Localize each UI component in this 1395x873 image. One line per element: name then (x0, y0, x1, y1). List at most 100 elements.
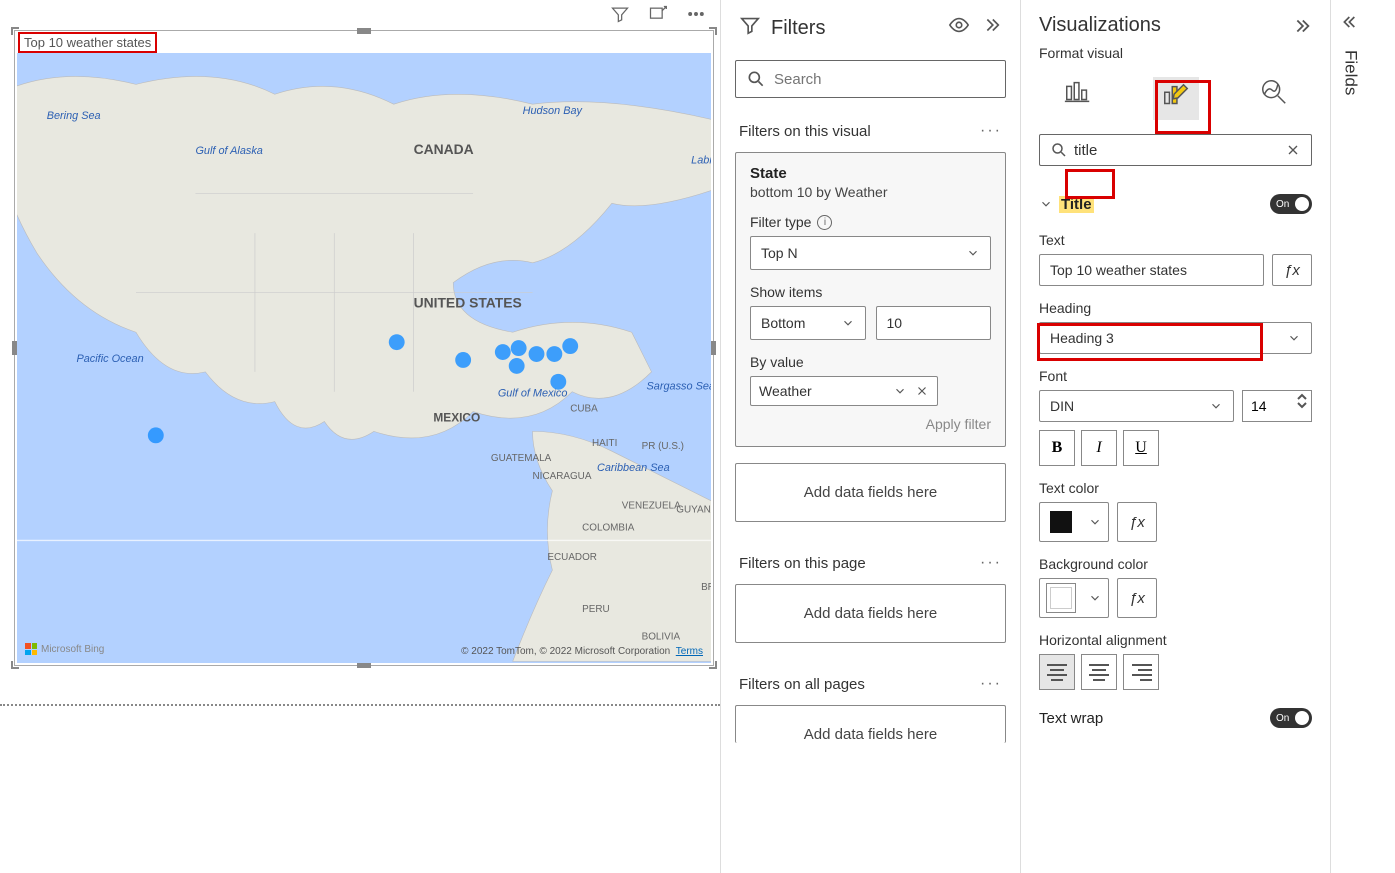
section-more-icon[interactable]: ··· (980, 122, 1002, 140)
svg-text:CANADA: CANADA (414, 141, 474, 157)
svg-text:Sargasso Sea: Sargasso Sea (647, 381, 711, 393)
title-toggle[interactable]: On (1270, 194, 1312, 214)
text-color-fx-button[interactable]: ƒx (1117, 502, 1157, 542)
align-right-button[interactable] (1123, 654, 1159, 690)
format-search[interactable] (1039, 134, 1312, 166)
bg-color-fx-button[interactable]: ƒx (1117, 578, 1157, 618)
chevron-down-icon (841, 316, 855, 330)
step-up-icon[interactable] (1297, 393, 1307, 401)
map-terms-link[interactable]: Terms (676, 646, 703, 657)
add-report-fields-placeholder[interactable]: Add data fields here (735, 705, 1006, 743)
section-more-icon[interactable]: ··· (980, 554, 1002, 572)
show-items-direction-select[interactable]: Bottom (750, 306, 866, 340)
clear-search-icon[interactable] (1285, 142, 1301, 158)
svg-text:CUBA: CUBA (570, 404, 598, 415)
visual-title: Top 10 weather states (18, 32, 157, 53)
filters-pane: Filters Filters on this visual ··· State… (720, 0, 1020, 873)
viz-header: Visualizations (1021, 0, 1330, 45)
add-visual-fields-placeholder[interactable]: Add data fields here (735, 463, 1006, 522)
expand-pane-icon[interactable] (1341, 12, 1361, 32)
search-icon (1050, 141, 1068, 159)
svg-text:UNITED STATES: UNITED STATES (414, 294, 522, 310)
filters-on-visual-header: Filters on this visual ··· (721, 114, 1020, 152)
section-more-icon[interactable]: ··· (980, 675, 1002, 693)
format-search-input[interactable] (1074, 142, 1279, 159)
collapse-pane-icon[interactable] (980, 14, 1002, 42)
more-options-icon[interactable] (686, 4, 706, 29)
bg-color-picker[interactable] (1039, 578, 1109, 618)
svg-text:PERU: PERU (582, 604, 610, 615)
show-items-label: Show items (750, 284, 991, 300)
text-color-picker[interactable] (1039, 502, 1109, 542)
svg-text:Bering Sea: Bering Sea (47, 110, 101, 122)
by-value-field-well[interactable]: Weather (750, 376, 938, 406)
map-visual[interactable]: CANADA UNITED STATES MEXICO CUBA HAITI P… (14, 30, 714, 666)
add-page-fields-placeholder[interactable]: Add data fields here (735, 584, 1006, 643)
focus-mode-icon[interactable] (648, 4, 668, 29)
info-icon[interactable]: i (817, 215, 832, 230)
fields-pane-collapsed[interactable]: Fields (1330, 0, 1370, 873)
filter-icon[interactable] (610, 4, 630, 29)
svg-text:NICARAGUA: NICARAGUA (533, 471, 592, 482)
font-family-select[interactable]: DIN (1039, 390, 1234, 422)
bold-button[interactable]: B (1039, 430, 1075, 466)
page-section-divider (0, 704, 720, 706)
show-items-count-input[interactable] (876, 306, 992, 340)
text-wrap-toggle[interactable]: On (1270, 708, 1312, 728)
filter-type-label: Filter type i (750, 214, 991, 230)
italic-button[interactable]: I (1081, 430, 1117, 466)
chevron-down-icon (1209, 399, 1223, 413)
filters-on-all-pages-header: Filters on all pages ··· (721, 667, 1020, 705)
viz-tab-bar (1021, 71, 1330, 134)
build-visual-tab[interactable] (1063, 77, 1093, 120)
search-icon (746, 69, 766, 89)
svg-text:VENEZUELA: VENEZUELA (622, 501, 681, 512)
text-color-label: Text color (1039, 480, 1312, 496)
title-text-fx-button[interactable]: ƒx (1272, 254, 1312, 286)
heading-select[interactable]: Heading 3 (1039, 322, 1312, 354)
title-accordion[interactable]: Title On (1039, 186, 1312, 232)
chevron-down-icon (1039, 197, 1053, 211)
svg-text:BOLIVIA: BOLIVIA (642, 632, 681, 643)
filters-search-input[interactable] (774, 71, 995, 88)
title-text-input[interactable] (1039, 254, 1264, 286)
bg-color-label: Background color (1039, 556, 1312, 572)
map-attribution-left: Microsoft Bing (25, 643, 104, 655)
filter-type-select[interactable]: Top N (750, 236, 991, 270)
filter-field-name: State (750, 165, 991, 182)
step-down-icon[interactable] (1297, 401, 1307, 409)
apply-filter-button[interactable]: Apply filter (750, 416, 991, 432)
svg-text:GUYANA: GUYANA (676, 505, 711, 516)
chevron-down-icon (1088, 591, 1102, 605)
chevron-down-icon (1088, 515, 1102, 529)
svg-text:PR (U.S.): PR (U.S.) (642, 441, 684, 452)
visual-header-actions (610, 4, 706, 29)
font-label: Font (1039, 368, 1312, 384)
align-left-button[interactable] (1039, 654, 1075, 690)
filters-search[interactable] (735, 60, 1006, 98)
filters-title: Filters (771, 17, 825, 40)
eye-icon[interactable] (948, 14, 970, 42)
format-visual-tab[interactable] (1153, 77, 1199, 120)
map-surface[interactable]: CANADA UNITED STATES MEXICO CUBA HAITI P… (17, 53, 711, 663)
remove-field-icon[interactable] (915, 384, 929, 398)
halign-label: Horizontal alignment (1039, 632, 1312, 648)
analytics-tab[interactable] (1259, 77, 1289, 120)
fields-label: Fields (1341, 50, 1361, 95)
svg-text:Labra: Labra (691, 155, 711, 167)
svg-text:Gulf of Alaska: Gulf of Alaska (195, 145, 262, 157)
heading-label: Heading (1039, 300, 1312, 316)
filter-description: bottom 10 by Weather (750, 184, 991, 200)
filter-card-state[interactable]: State bottom 10 by Weather Filter type i… (735, 152, 1006, 447)
report-canvas: CANADA UNITED STATES MEXICO CUBA HAITI P… (0, 0, 720, 873)
svg-text:HAITI: HAITI (592, 438, 617, 449)
svg-text:ECUADOR: ECUADOR (547, 552, 597, 563)
font-size-stepper[interactable] (1242, 390, 1312, 422)
chevron-down-icon (966, 246, 980, 260)
collapse-pane-icon[interactable] (1290, 15, 1312, 37)
filters-header: Filters (721, 0, 1020, 60)
underline-button[interactable]: U (1123, 430, 1159, 466)
chevron-down-icon (1287, 331, 1301, 345)
svg-text:BRAZIL: BRAZIL (701, 582, 711, 593)
align-center-button[interactable] (1081, 654, 1117, 690)
